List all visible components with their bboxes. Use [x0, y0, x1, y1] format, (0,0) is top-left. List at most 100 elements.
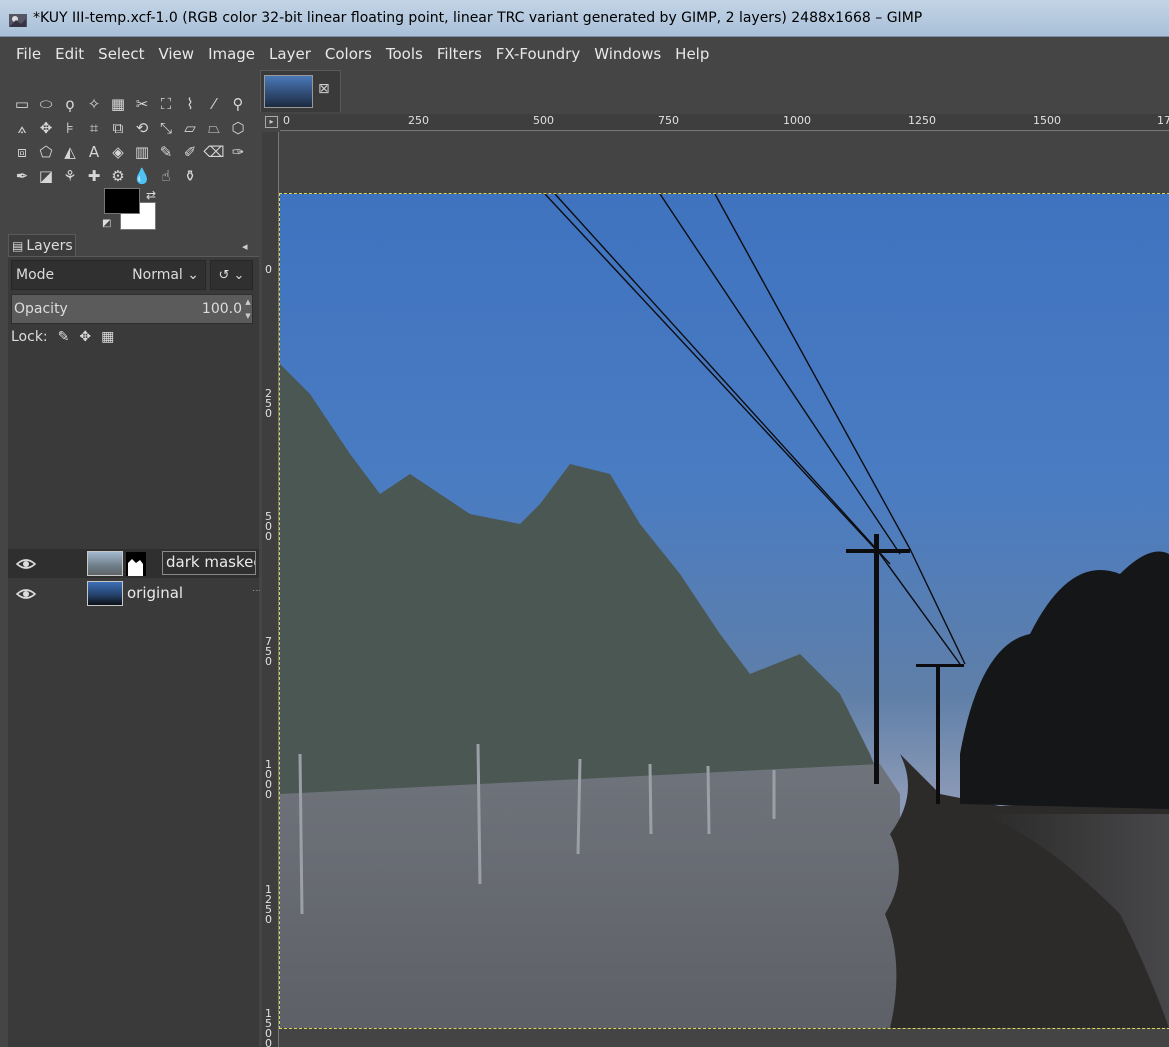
lock-position-icon[interactable]: ✥ [79, 329, 91, 345]
menu-image[interactable]: Image [200, 45, 261, 63]
mypaint-brush-tool-icon[interactable]: ◪ [34, 164, 58, 188]
ruler-label: 17 [1157, 114, 1169, 127]
menu-select[interactable]: Select [90, 45, 150, 63]
heal-tool-icon[interactable]: ✚ [82, 164, 106, 188]
measure-tool-icon[interactable]: ⟑ [10, 116, 34, 140]
bucket-fill-tool-icon[interactable]: ◈ [106, 140, 130, 164]
horizontal-ruler[interactable]: 0 250 500 750 1000 1250 1500 17 [280, 114, 1169, 131]
perspective-clone-tool-icon[interactable]: ⚙ [106, 164, 130, 188]
menu-layer[interactable]: Layer [261, 45, 317, 63]
ruler-label: 500 [265, 510, 272, 543]
composite-mode-select[interactable]: ↺ ⌄ [210, 260, 253, 290]
lock-label: Lock: [11, 329, 48, 345]
image-tab-thumbnail [264, 75, 313, 108]
ruler-label: 500 [533, 114, 554, 127]
menu-file[interactable]: File [8, 45, 47, 63]
zoom-tool-icon[interactable]: ⚲ [226, 92, 250, 116]
cage-tool-icon[interactable]: ⬠ [34, 140, 58, 164]
menu-colors[interactable]: Colors [317, 45, 378, 63]
ruler-label: 1000 [265, 758, 272, 801]
color-picker-tool-icon[interactable]: ⁄ [202, 92, 226, 116]
layer-mask-thumbnail[interactable] [126, 552, 146, 576]
paintbrush-tool-icon[interactable]: ✐ [178, 140, 202, 164]
default-colors-icon[interactable]: ◩ [102, 218, 111, 229]
ruler-label: 0 [283, 114, 290, 127]
mode-label: Mode [16, 267, 55, 283]
clone-tool-icon[interactable]: ⚘ [58, 164, 82, 188]
lock-alpha-icon[interactable]: ▦ [101, 329, 114, 345]
shear-tool-icon[interactable]: ▱ [178, 116, 202, 140]
layer-row-dark-masked[interactable]: dark masked [8, 549, 259, 578]
fuzzy-select-tool-icon[interactable]: ✧ [82, 92, 106, 116]
layer-name[interactable]: original [127, 584, 183, 602]
paths-tool-icon[interactable]: ⌇ [178, 92, 202, 116]
unified-transform-tool-icon[interactable]: ⧉ [106, 116, 130, 140]
dock-menu-icon[interactable]: ◂ [242, 240, 248, 253]
opacity-slider[interactable]: Opacity 100.0 ▲ ▼ [11, 294, 253, 324]
lock-row: Lock: ✎ ✥ ▦ [11, 329, 114, 345]
swap-colors-icon[interactable]: ⇄ [146, 188, 156, 202]
ellipse-select-tool-icon[interactable]: ⬭ [34, 92, 58, 116]
scissors-tool-icon[interactable]: ✂ [130, 92, 154, 116]
ruler-label: 1000 [783, 114, 811, 127]
scale-tool-icon[interactable]: ⤡ [154, 116, 178, 140]
menu-bar: File Edit Select View Image Layer Colors… [8, 38, 1169, 70]
opacity-label: Opacity [14, 301, 68, 317]
smudge-tool-icon[interactable]: ☝ [154, 164, 178, 188]
image-window: ⊠ ▸ 0 250 500 750 1000 1250 1500 17 0 25… [260, 70, 1169, 1047]
perspective-tool-icon[interactable]: ⏢ [202, 116, 226, 140]
crop-tool-icon[interactable]: ⌗ [82, 116, 106, 140]
layers-icon: ▤ [12, 238, 24, 253]
warp-tool-icon[interactable]: ⧈ [10, 140, 34, 164]
image-canvas[interactable] [279, 193, 1169, 1029]
airbrush-tool-icon[interactable]: ✑ [226, 140, 250, 164]
layer-thumbnail [87, 551, 123, 576]
move-tool-icon[interactable]: ✥ [34, 116, 58, 140]
composite-icon: ↺ ⌄ [218, 267, 245, 283]
ruler-label: 1500 [265, 1007, 272, 1047]
opacity-spinner-icon[interactable]: ▲ ▼ [244, 295, 252, 323]
menu-filters[interactable]: Filters [429, 45, 488, 63]
ruler-label: 1250 [265, 883, 272, 926]
eye-icon[interactable] [16, 554, 36, 574]
ruler-label: 0 [265, 263, 272, 276]
rect-select-tool-icon[interactable]: ▭ [10, 92, 34, 116]
eraser-tool-icon[interactable]: ⌫ [202, 140, 226, 164]
lock-pixels-icon[interactable]: ✎ [58, 329, 70, 345]
canvas-viewport[interactable] [279, 132, 1169, 1047]
gimp-app-icon [9, 14, 27, 27]
menu-windows[interactable]: Windows [586, 45, 667, 63]
opacity-value: 100.0 [201, 301, 242, 317]
menu-fx-foundry[interactable]: FX-Foundry [488, 45, 586, 63]
color-select-tool-icon[interactable]: ▦ [106, 92, 130, 116]
blur-tool-icon[interactable]: 💧 [130, 164, 154, 188]
free-select-tool-icon[interactable]: ϙ [58, 92, 82, 116]
vertical-ruler[interactable]: 0 250 500 750 1000 1250 1500 [262, 132, 279, 1047]
menu-view[interactable]: View [150, 45, 200, 63]
foreground-select-tool-icon[interactable]: ⛶ [154, 92, 178, 116]
menu-tools[interactable]: Tools [378, 45, 429, 63]
text-tool-icon[interactable]: A [82, 140, 106, 164]
ruler-label: 750 [265, 635, 272, 668]
mode-value: Normal ⌄ [132, 267, 199, 283]
3d-transform-tool-icon[interactable]: ⬡ [226, 116, 250, 140]
image-tab[interactable]: ⊠ [260, 70, 341, 112]
eye-icon[interactable] [16, 584, 36, 604]
foreground-color-swatch[interactable] [104, 188, 140, 214]
mode-select[interactable]: Mode Normal ⌄ [11, 260, 206, 290]
menu-help[interactable]: Help [667, 45, 715, 63]
align-tool-icon[interactable]: ⊧ [58, 116, 82, 140]
menu-edit[interactable]: Edit [47, 45, 90, 63]
gradient-tool-icon[interactable]: ▥ [130, 140, 154, 164]
ink-tool-icon[interactable]: ✒ [10, 164, 34, 188]
close-icon[interactable]: ⊠ [318, 81, 330, 97]
layer-name[interactable]: dark masked [162, 551, 256, 575]
rotate-tool-icon[interactable]: ⟲ [130, 116, 154, 140]
layer-thumbnail [87, 581, 123, 606]
layers-dock-tab[interactable]: ▤ Layers [8, 234, 76, 256]
dodge-burn-tool-icon[interactable]: ⚱ [178, 164, 202, 188]
flip-tool-icon[interactable]: ◭ [58, 140, 82, 164]
pencil-tool-icon[interactable]: ✎ [154, 140, 178, 164]
layer-row-original[interactable]: original [8, 579, 259, 608]
quick-mask-toggle-icon[interactable]: ▸ [265, 116, 278, 128]
